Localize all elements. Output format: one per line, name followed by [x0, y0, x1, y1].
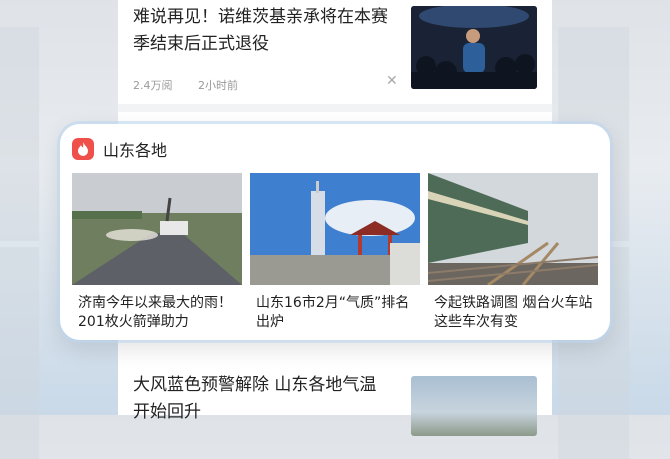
news-title[interactable]: 大风蓝色预警解除 山东各地气温开始回升: [133, 372, 393, 426]
dismiss-icon[interactable]: ✕: [386, 73, 398, 89]
news-caption[interactable]: 济南今年以来最大的雨！201枚火箭弹助力: [72, 294, 243, 332]
fire-icon: [72, 138, 94, 160]
region-news-item[interactable]: 今起铁路调图 烟台火车站这些车次有变: [428, 173, 598, 332]
region-news-popup: 山东各地 济南今年以来最大的雨！201枚火箭弹助力 山东16市2月“气质”排名出…: [60, 124, 610, 340]
news-caption[interactable]: 今起铁路调图 烟台火车站这些车次有变: [428, 294, 599, 332]
popup-header[interactable]: 山东各地: [72, 137, 167, 161]
feed-divider: [118, 104, 552, 112]
news-image[interactable]: [72, 173, 242, 285]
news-thumbnail[interactable]: [411, 6, 537, 89]
news-thumbnail[interactable]: [411, 376, 537, 436]
news-caption[interactable]: 山东16市2月“气质”排名出炉: [250, 294, 421, 332]
news-title[interactable]: 难说再见！诺维茨基亲承将在本赛季结束后正式退役: [133, 4, 393, 58]
news-card[interactable]: 难说再见！诺维茨基亲承将在本赛季结束后正式退役 2.4万阅 2小时前 ✕: [118, 0, 552, 100]
news-image[interactable]: [428, 173, 598, 285]
region-news-item[interactable]: 山东16市2月“气质”排名出炉: [250, 173, 420, 332]
publish-time: 2小时前: [198, 79, 238, 92]
news-meta: 2.4万阅 2小时前: [133, 77, 260, 93]
news-image[interactable]: [250, 173, 420, 285]
news-card[interactable]: 大风蓝色预警解除 山东各地气温开始回升: [118, 368, 552, 436]
popup-title: 山东各地: [103, 141, 168, 160]
region-news-item[interactable]: 济南今年以来最大的雨！201枚火箭弹助力: [72, 173, 242, 332]
view-count: 2.4万阅: [133, 79, 173, 92]
